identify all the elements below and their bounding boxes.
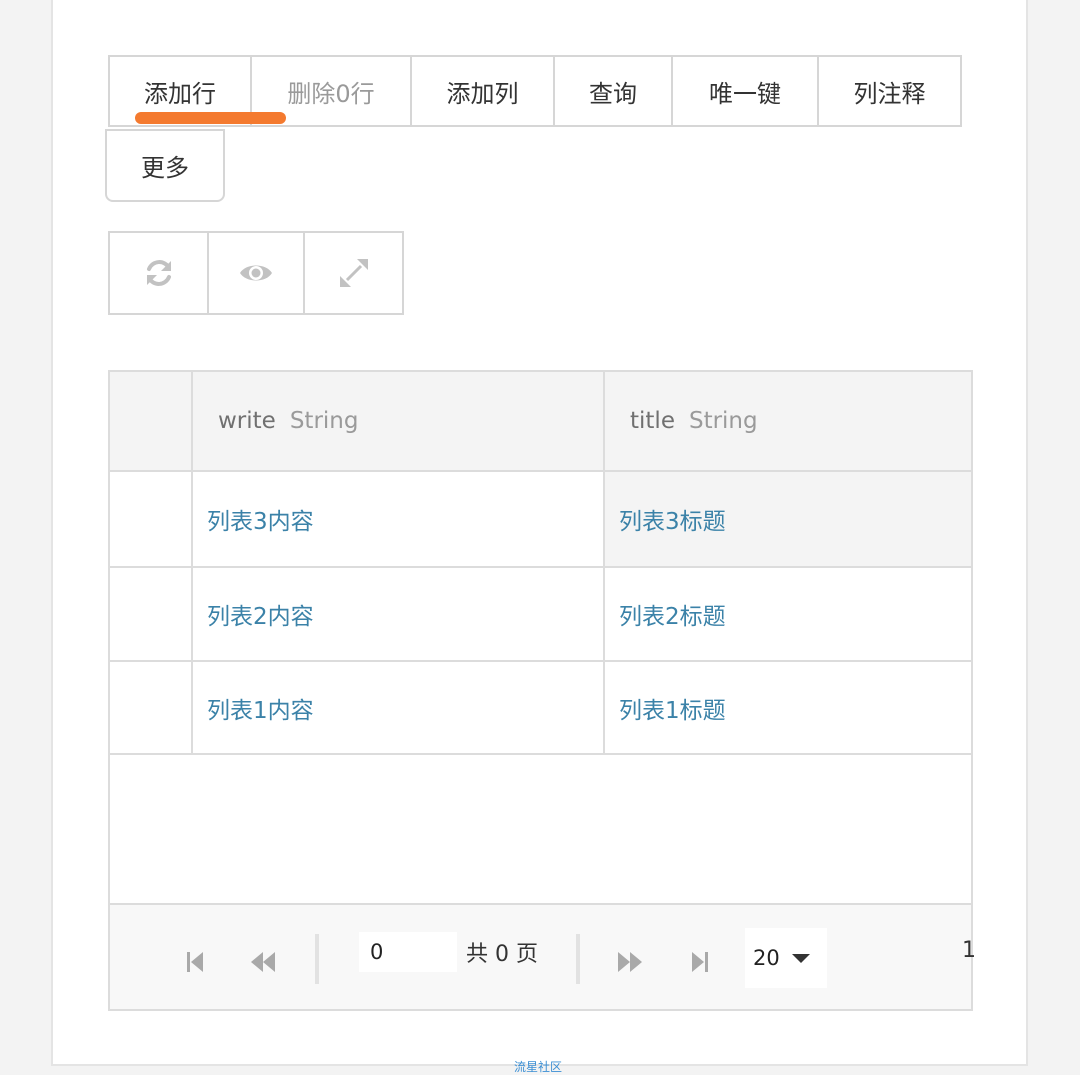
pager-separator <box>576 934 580 984</box>
refresh-icon <box>146 260 171 286</box>
column-type: String <box>688 408 758 434</box>
add-column-button[interactable]: 添加列 <box>410 55 555 127</box>
total-pages-label: 共 0 页 <box>466 942 538 967</box>
last-page-icon[interactable] <box>690 950 710 974</box>
first-page-icon[interactable] <box>185 950 205 974</box>
query-button[interactable]: 查询 <box>553 55 673 127</box>
data-grid: write String title String 列表3内容 列表3标题 列表… <box>108 370 976 1011</box>
table-cell[interactable]: 列表2标题 <box>619 568 726 660</box>
record-range-label: 1 <box>962 938 976 963</box>
table-cell[interactable]: 列表2内容 <box>207 568 314 660</box>
column-name: write <box>218 408 276 434</box>
table-cell[interactable]: 列表1标题 <box>619 662 726 753</box>
expand-icon <box>339 259 368 287</box>
column-name: title <box>630 408 675 434</box>
next-page-icon[interactable] <box>617 950 643 974</box>
column-header-title[interactable]: title String <box>630 372 758 470</box>
page-size-value: 20 <box>753 946 780 970</box>
column-type: String <box>289 408 359 434</box>
table-cell[interactable]: 列表1内容 <box>207 662 314 753</box>
pagination-bar: 共 0 页 20 1 <box>110 903 976 1009</box>
table-cell[interactable]: 列表3内容 <box>207 472 314 566</box>
fullscreen-button[interactable] <box>303 231 404 315</box>
toggle-view-button[interactable] <box>207 231 305 315</box>
unique-key-button[interactable]: 唯一键 <box>671 55 819 127</box>
more-button[interactable]: 更多 <box>105 129 225 202</box>
chevron-down-icon <box>791 953 810 963</box>
pager-separator <box>315 934 319 984</box>
table-cell[interactable]: 列表3标题 <box>619 472 726 566</box>
prev-page-icon[interactable] <box>250 950 276 974</box>
column-comment-button[interactable]: 列注释 <box>817 55 962 127</box>
eye-icon <box>240 265 272 281</box>
column-header-write[interactable]: write String <box>218 372 358 470</box>
active-tab-underline <box>135 112 286 124</box>
page-size-select[interactable]: 20 <box>745 928 827 988</box>
page-number-input[interactable] <box>359 932 457 972</box>
refresh-button[interactable] <box>108 231 209 315</box>
watermark: 流星社区 <box>514 1060 563 1074</box>
